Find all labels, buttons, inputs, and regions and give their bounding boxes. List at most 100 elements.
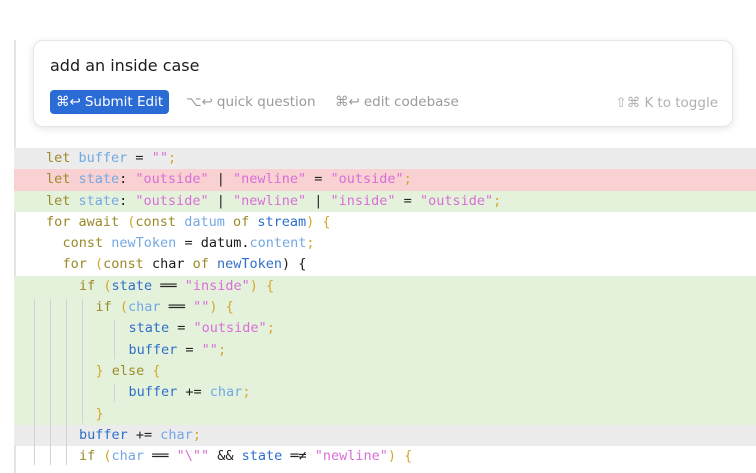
code-token: char [128,299,161,316]
code-token: | [208,192,233,209]
code-line[interactable]: buffer = ""; [14,339,756,361]
code-token: "newline" [232,171,307,188]
code-line-text: buffer += char; [79,425,201,446]
code-token: = [169,320,194,337]
code-token: ; [493,192,502,209]
code-line-text: buffer += char; [129,382,251,403]
submit-edit-button[interactable]: ⌘↩ Submit Edit [50,90,170,114]
code-token: "outside" [135,192,209,209]
inline-edit-prompt[interactable]: add an inside case ⌘↩ Submit Edit ⌥↩ qui… [33,40,733,127]
code-line[interactable]: for await (const datum of stream) { [14,212,756,233]
code-token: { [152,362,161,379]
code-token: datum. [200,235,250,252]
code-line[interactable]: let state: "outside" | "newline" | "insi… [14,190,756,212]
code-line-text: let buffer = ""; [46,148,176,169]
code-token: buffer [78,150,128,166]
code-token: char [209,384,243,401]
code-token: ) { [306,213,331,230]
code-token: "outside" [419,192,494,209]
code-token: && [209,448,242,465]
code-line[interactable]: buffer += char; [14,424,756,447]
code-token: ) { [209,299,234,316]
quick-question-button[interactable]: ⌥↩ quick question [186,94,316,110]
edit-codebase-button[interactable]: ⌘↩ edit codebase [335,94,459,110]
code-line[interactable]: const newToken = datum.content; [14,233,756,254]
code-line[interactable]: buffer += char; [14,382,756,404]
code-token: += [177,384,210,401]
code-token: if [79,277,104,294]
prompt-input[interactable]: add an inside case [50,56,199,75]
code-token: "" [201,341,218,358]
code-line[interactable]: if (char ══ "") { [14,297,756,319]
code-token: state [78,192,120,209]
code-token: ══ [144,448,177,465]
code-line-text: state = "outside"; [129,318,275,339]
code-token: ; [192,426,201,443]
code-token: const [135,213,185,230]
code-line-text: for (const char of newToken) { [63,254,307,275]
codebase-shortcut: ⌘↩ [335,94,360,110]
code-line-text: let state: "outside" | "newline" | "insi… [46,191,501,212]
code-token: buffer [79,426,128,443]
code-token: char [151,256,193,273]
code-token: char [160,426,193,443]
code-token: of [232,213,258,230]
code-token: = [127,150,152,166]
code-token: ; [266,320,275,337]
code-token: } [95,405,104,422]
code-line[interactable]: } else { [14,360,756,383]
code-token: += [127,426,161,443]
code-token: buffer [128,384,178,401]
code-token: = [395,192,420,209]
code-line-text: } else { [96,361,161,382]
code-token: state [111,277,153,294]
code-token: = [306,171,331,188]
code-token: newToken [216,256,282,273]
code-token: newToken [111,235,177,252]
code-token: | [208,171,233,188]
code-token: if [95,299,120,316]
code-line[interactable]: let state: "outside" | "newline" = "outs… [14,169,756,191]
code-token: "newline" [232,192,307,209]
submit-shortcut: ⌘↩ [56,94,81,110]
code-token: content [249,235,307,252]
toggle-hint: ⇧⌘ K to toggle [615,95,718,111]
code-token: ( [103,277,112,294]
code-token: const [62,235,112,252]
indent-guide [82,299,83,423]
indent-guide [114,320,115,359]
quick-shortcut: ⌥↩ [186,94,213,110]
code-token: ) { [387,448,413,465]
code-token: let [46,192,79,209]
code-line-text: if (state ══ "inside") { [79,276,274,297]
code-token: "newline" [314,448,388,465]
code-token: ( [103,448,112,465]
code-token: if [79,448,104,465]
code-token: buffer [128,341,178,358]
code-token: ; [306,235,315,252]
code-line-text: const newToken = datum.content; [63,233,315,254]
code-line[interactable]: if (state ══ "inside") { [14,275,756,298]
code-token: ═≠ [282,448,315,465]
code-token: ══ [152,277,185,294]
indent-guide [114,384,115,402]
code-editor[interactable]: let buffer = ""; let state: "outside" | "… [14,148,756,467]
quick-label: quick question [216,94,316,110]
code-token: "" [151,150,168,166]
code-line-text: for await (const datum of stream) { [46,212,331,233]
code-line-text: buffer = ""; [129,340,227,361]
code-line[interactable]: state = "outside"; [14,318,756,340]
code-token: = [176,235,201,252]
code-line[interactable]: let buffer = ""; [14,148,756,170]
code-token: ( [95,256,104,273]
code-token: let [46,171,79,188]
code-line-text: if (char ══ "\"" && state ═≠ "newline") … [79,446,412,467]
code-token: "\"" [176,448,210,465]
code-line[interactable]: } [14,403,756,425]
code-token: ; [217,341,227,358]
code-line[interactable]: if (char ══ "\"" && state ═≠ "newline") … [14,446,756,467]
code-line[interactable]: for (const char of newToken) { [14,254,756,275]
code-token: = [177,341,202,358]
code-token: ; [167,150,177,166]
code-token: state [241,448,283,465]
